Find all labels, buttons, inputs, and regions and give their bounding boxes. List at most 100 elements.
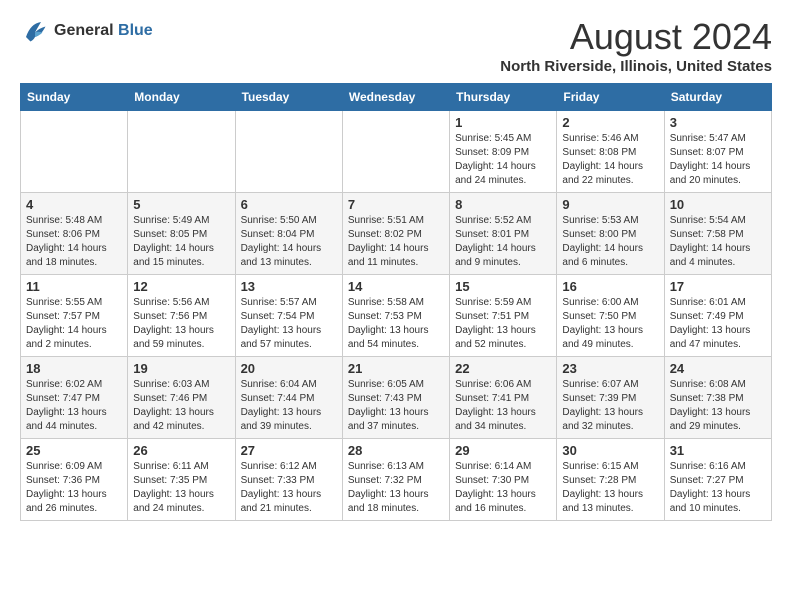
calendar-cell: 9 Sunrise: 5:53 AM Sunset: 8:00 PM Daylig… [557, 193, 664, 275]
calendar-week-3: 11Sunrise: 5:55 AM Sunset: 7:57 PM Dayli… [21, 275, 772, 357]
calendar-cell: 6Sunrise: 5:50 AM Sunset: 8:04 PM Daylig… [235, 193, 342, 275]
day-number: 15 [455, 279, 551, 294]
calendar-cell: 29 Sunrise: 6:14 AM Sunset: 7:30 PM Dayli… [450, 439, 557, 521]
calendar-table: SundayMondayTuesdayWednesdayThursdayFrid… [20, 83, 772, 521]
calendar-cell: 11Sunrise: 5:55 AM Sunset: 7:57 PM Dayli… [21, 275, 128, 357]
header-thursday: Thursday [450, 84, 557, 111]
day-info: Sunrise: 6:14 AM Sunset: 7:30 PM Dayligh… [455, 460, 551, 516]
day-info: Sunrise: 6:01 AM Sunset: 7:49 PM Dayligh… [670, 296, 766, 352]
day-info: Sunrise: 5:54 AM Sunset: 7:58 PM Dayligh… [670, 214, 766, 270]
calendar-cell [235, 111, 342, 193]
calendar-cell: 24 Sunrise: 6:08 AM Sunset: 7:38 PM Dayli… [664, 357, 771, 439]
logo-text: General Blue [54, 22, 153, 40]
calendar-cell: 5 Sunrise: 5:49 AM Sunset: 8:05 PM Daylig… [128, 193, 235, 275]
location-subtitle: North Riverside, Illinois, United States [500, 58, 772, 75]
page-header: General Blue August 2024 North Riverside… [20, 16, 772, 75]
calendar-cell: 20 Sunrise: 6:04 AM Sunset: 7:44 PM Dayli… [235, 357, 342, 439]
calendar-cell: 25 Sunrise: 6:09 AM Sunset: 7:36 PM Dayli… [21, 439, 128, 521]
day-number: 23 [562, 361, 658, 376]
calendar-cell: 19Sunrise: 6:03 AM Sunset: 7:46 PM Dayli… [128, 357, 235, 439]
day-info: Sunrise: 6:12 AM Sunset: 7:33 PM Dayligh… [241, 460, 337, 516]
calendar-cell: 27 Sunrise: 6:12 AM Sunset: 7:33 PM Dayli… [235, 439, 342, 521]
day-number: 7 [348, 197, 444, 212]
header-tuesday: Tuesday [235, 84, 342, 111]
day-number: 8 [455, 197, 551, 212]
calendar-cell: 17Sunrise: 6:01 AM Sunset: 7:49 PM Dayli… [664, 275, 771, 357]
calendar-cell: 13 Sunrise: 5:57 AM Sunset: 7:54 PM Dayli… [235, 275, 342, 357]
calendar-cell [342, 111, 449, 193]
calendar-cell: 1Sunrise: 5:45 AM Sunset: 8:09 PM Daylig… [450, 111, 557, 193]
calendar-cell: 28Sunrise: 6:13 AM Sunset: 7:32 PM Dayli… [342, 439, 449, 521]
calendar-week-4: 18 Sunrise: 6:02 AM Sunset: 7:47 PM Dayli… [21, 357, 772, 439]
calendar-week-2: 4 Sunrise: 5:48 AM Sunset: 8:06 PM Daylig… [21, 193, 772, 275]
day-number: 2 [562, 115, 658, 130]
day-number: 27 [241, 443, 337, 458]
logo-icon [20, 16, 50, 46]
day-info: Sunrise: 6:02 AM Sunset: 7:47 PM Dayligh… [26, 378, 122, 434]
day-info: Sunrise: 6:09 AM Sunset: 7:36 PM Dayligh… [26, 460, 122, 516]
calendar-cell [128, 111, 235, 193]
day-number: 9 [562, 197, 658, 212]
day-number: 29 [455, 443, 551, 458]
day-info: Sunrise: 6:03 AM Sunset: 7:46 PM Dayligh… [133, 378, 229, 434]
header-wednesday: Wednesday [342, 84, 449, 111]
calendar-cell: 10 Sunrise: 5:54 AM Sunset: 7:58 PM Dayli… [664, 193, 771, 275]
calendar-cell: 22 Sunrise: 6:06 AM Sunset: 7:41 PM Dayli… [450, 357, 557, 439]
calendar-cell: 7 Sunrise: 5:51 AM Sunset: 8:02 PM Daylig… [342, 193, 449, 275]
calendar-cell: 23 Sunrise: 6:07 AM Sunset: 7:39 PM Dayli… [557, 357, 664, 439]
calendar-cell: 26Sunrise: 6:11 AM Sunset: 7:35 PM Dayli… [128, 439, 235, 521]
calendar-cell: 21 Sunrise: 6:05 AM Sunset: 7:43 PM Dayli… [342, 357, 449, 439]
day-info: Sunrise: 5:53 AM Sunset: 8:00 PM Dayligh… [562, 214, 658, 270]
day-info: Sunrise: 6:06 AM Sunset: 7:41 PM Dayligh… [455, 378, 551, 434]
day-info: Sunrise: 6:16 AM Sunset: 7:27 PM Dayligh… [670, 460, 766, 516]
calendar-cell: 31 Sunrise: 6:16 AM Sunset: 7:27 PM Dayli… [664, 439, 771, 521]
day-number: 5 [133, 197, 229, 212]
day-info: Sunrise: 5:55 AM Sunset: 7:57 PM Dayligh… [26, 296, 122, 352]
calendar-cell: 16 Sunrise: 6:00 AM Sunset: 7:50 PM Dayli… [557, 275, 664, 357]
day-number: 18 [26, 361, 122, 376]
day-info: Sunrise: 5:56 AM Sunset: 7:56 PM Dayligh… [133, 296, 229, 352]
day-info: Sunrise: 6:05 AM Sunset: 7:43 PM Dayligh… [348, 378, 444, 434]
day-number: 20 [241, 361, 337, 376]
calendar-week-1: 1Sunrise: 5:45 AM Sunset: 8:09 PM Daylig… [21, 111, 772, 193]
day-info: Sunrise: 5:59 AM Sunset: 7:51 PM Dayligh… [455, 296, 551, 352]
calendar-cell: 4 Sunrise: 5:48 AM Sunset: 8:06 PM Daylig… [21, 193, 128, 275]
day-number: 25 [26, 443, 122, 458]
day-info: Sunrise: 6:00 AM Sunset: 7:50 PM Dayligh… [562, 296, 658, 352]
header-sunday: Sunday [21, 84, 128, 111]
day-number: 10 [670, 197, 766, 212]
day-info: Sunrise: 6:07 AM Sunset: 7:39 PM Dayligh… [562, 378, 658, 434]
calendar-cell [21, 111, 128, 193]
month-title: August 2024 [500, 16, 772, 58]
calendar-cell: 15 Sunrise: 5:59 AM Sunset: 7:51 PM Dayli… [450, 275, 557, 357]
day-info: Sunrise: 5:49 AM Sunset: 8:05 PM Dayligh… [133, 214, 229, 270]
day-number: 1 [455, 115, 551, 130]
calendar-cell: 3 Sunrise: 5:47 AM Sunset: 8:07 PM Daylig… [664, 111, 771, 193]
calendar-cell: 8 Sunrise: 5:52 AM Sunset: 8:01 PM Daylig… [450, 193, 557, 275]
day-number: 6 [241, 197, 337, 212]
day-number: 4 [26, 197, 122, 212]
day-info: Sunrise: 5:52 AM Sunset: 8:01 PM Dayligh… [455, 214, 551, 270]
day-info: Sunrise: 6:04 AM Sunset: 7:44 PM Dayligh… [241, 378, 337, 434]
day-info: Sunrise: 5:48 AM Sunset: 8:06 PM Dayligh… [26, 214, 122, 270]
day-info: Sunrise: 5:47 AM Sunset: 8:07 PM Dayligh… [670, 132, 766, 188]
day-info: Sunrise: 6:08 AM Sunset: 7:38 PM Dayligh… [670, 378, 766, 434]
calendar-header-row: SundayMondayTuesdayWednesdayThursdayFrid… [21, 84, 772, 111]
day-info: Sunrise: 5:57 AM Sunset: 7:54 PM Dayligh… [241, 296, 337, 352]
day-number: 30 [562, 443, 658, 458]
calendar-cell: 12 Sunrise: 5:56 AM Sunset: 7:56 PM Dayli… [128, 275, 235, 357]
day-number: 3 [670, 115, 766, 130]
day-number: 12 [133, 279, 229, 294]
day-number: 16 [562, 279, 658, 294]
day-info: Sunrise: 5:51 AM Sunset: 8:02 PM Dayligh… [348, 214, 444, 270]
calendar-week-5: 25 Sunrise: 6:09 AM Sunset: 7:36 PM Dayli… [21, 439, 772, 521]
day-number: 21 [348, 361, 444, 376]
header-friday: Friday [557, 84, 664, 111]
calendar-cell: 18 Sunrise: 6:02 AM Sunset: 7:47 PM Dayli… [21, 357, 128, 439]
day-number: 22 [455, 361, 551, 376]
day-info: Sunrise: 6:11 AM Sunset: 7:35 PM Dayligh… [133, 460, 229, 516]
day-number: 24 [670, 361, 766, 376]
day-number: 31 [670, 443, 766, 458]
day-info: Sunrise: 5:58 AM Sunset: 7:53 PM Dayligh… [348, 296, 444, 352]
day-number: 13 [241, 279, 337, 294]
